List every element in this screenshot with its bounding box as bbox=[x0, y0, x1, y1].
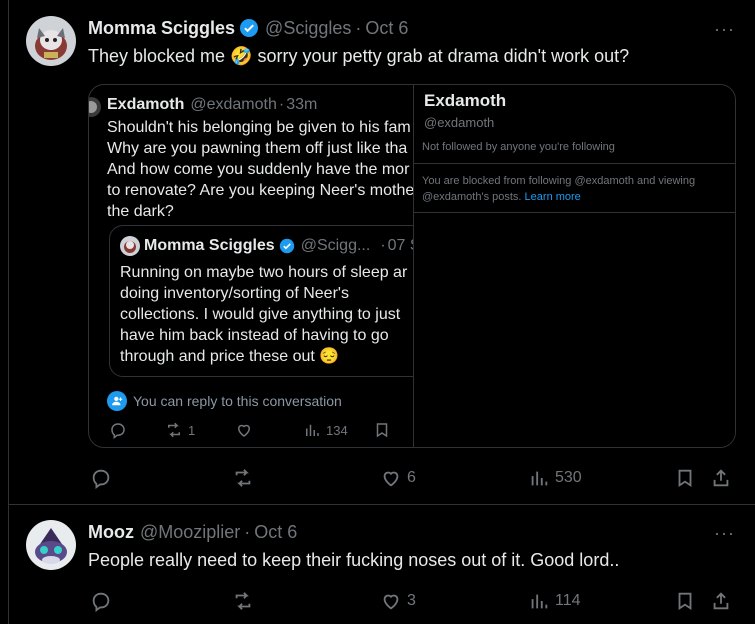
quoted-tweet-line: the dark? bbox=[107, 203, 174, 220]
tweet-header: Mooz @Mooziplier · Oct 6 bbox=[88, 521, 297, 543]
author-name[interactable]: Mooz bbox=[88, 522, 134, 543]
nested-tweet-date: 07 S bbox=[387, 237, 413, 254]
retweet-count: 1 bbox=[188, 422, 196, 438]
quoted-tweet-card[interactable]: Exdamoth @exdamoth · 33m Shouldn't his b… bbox=[88, 84, 736, 448]
hovercard-divider bbox=[414, 163, 735, 164]
separator-dot: · bbox=[380, 237, 386, 254]
nested-tweet-line: have him back instead of having to go bbox=[120, 327, 389, 344]
quoted-tweet-time: 33m bbox=[286, 96, 318, 113]
more-options-icon[interactable]: ··· bbox=[714, 20, 734, 44]
bookmark-button[interactable] bbox=[674, 467, 696, 489]
hovercard-follow-status: Not followed by anyone you're following bbox=[422, 141, 615, 153]
quoted-author-handle[interactable]: @exdamoth bbox=[190, 96, 277, 114]
quoted-tweet-line: Why are you pawning them off just like t… bbox=[107, 140, 408, 157]
tweet-actions: 6 530 bbox=[88, 465, 738, 493]
avatar-mooz[interactable] bbox=[26, 520, 76, 570]
hovercard-divider bbox=[414, 212, 735, 213]
tweet-divider bbox=[8, 504, 755, 505]
tweet-date[interactable]: Oct 6 bbox=[365, 18, 408, 39]
learn-more-link[interactable]: Learn more bbox=[525, 191, 581, 203]
profile-hovercard[interactable]: Exdamoth @exdamoth Not followed by anyon… bbox=[413, 85, 735, 447]
separator-dot: · bbox=[278, 96, 285, 113]
tweet-text: They blocked me 🤣 sorry your petty grab … bbox=[88, 44, 629, 68]
hovercard-name[interactable]: Exdamoth bbox=[424, 91, 506, 111]
bookmark-button[interactable] bbox=[373, 421, 391, 439]
reply-button[interactable] bbox=[109, 421, 127, 439]
quoted-tweet-line: to renovate? Are you keeping Neer's moth… bbox=[107, 182, 413, 199]
tweet-text-part1: They blocked me bbox=[88, 46, 226, 66]
nested-quoted-tweet[interactable]: Momma Sciggles @Scigg... · 07 S Running … bbox=[109, 225, 413, 377]
like-button[interactable]: 3 bbox=[380, 590, 416, 612]
reply-button[interactable] bbox=[90, 467, 112, 489]
hovercard-blocked-notice: You are blocked from following @exdamoth… bbox=[422, 173, 695, 205]
separator-dot: · bbox=[355, 17, 362, 38]
blocked-notice-line1: You are blocked from following @exdamoth… bbox=[422, 175, 696, 187]
separator-dot: · bbox=[244, 521, 251, 542]
share-button[interactable] bbox=[710, 467, 732, 489]
tweet-text: People really need to keep their fucking… bbox=[88, 550, 620, 570]
verified-badge-icon bbox=[279, 238, 295, 254]
tweet-actions: 3 114 bbox=[88, 588, 738, 616]
laughing-emoji: 🤣 bbox=[230, 46, 253, 66]
nested-author-handle[interactable]: @Scigg... bbox=[301, 237, 371, 255]
nested-author-name[interactable]: Momma Sciggles bbox=[144, 237, 275, 255]
blocked-notice-line2: @exdamoth's posts. bbox=[422, 191, 522, 203]
retweet-button[interactable]: 1 bbox=[165, 421, 195, 439]
verified-badge-icon bbox=[239, 18, 259, 38]
reply-permission-text: You can reply to this conversation bbox=[133, 393, 342, 409]
quoted-tweet-line: Shouldn't his belonging be given to his … bbox=[107, 119, 411, 136]
author-name[interactable]: Momma Sciggles bbox=[88, 18, 235, 39]
view-count: 530 bbox=[555, 469, 582, 486]
avatar-exdamoth bbox=[89, 97, 101, 117]
nested-tweet-line: through and price these out 😔 bbox=[120, 348, 340, 365]
views-button[interactable]: 134 bbox=[303, 421, 348, 439]
bookmark-button[interactable] bbox=[674, 590, 696, 612]
author-handle[interactable]: @Mooziplier bbox=[140, 522, 240, 543]
nested-tweet-line: Running on maybe two hours of sleep ar bbox=[120, 264, 408, 281]
nested-tweet-line: doing inventory/sorting of Neer's bbox=[120, 285, 349, 302]
quoted-tweet-actions: 1 134 bbox=[107, 419, 407, 443]
person-mention-icon bbox=[107, 391, 127, 411]
tweet-text-part2: sorry your petty grab at drama didn't wo… bbox=[257, 46, 630, 66]
tweet-header: Momma Sciggles @Sciggles · Oct 6 bbox=[88, 17, 408, 39]
quoted-tweet-header: Exdamoth @exdamoth · 33m bbox=[107, 95, 317, 115]
like-button[interactable] bbox=[235, 421, 253, 439]
retweet-button[interactable] bbox=[232, 467, 254, 489]
avatar-momma-sciggles-small bbox=[120, 236, 140, 256]
quoted-author-name[interactable]: Exdamoth bbox=[107, 96, 184, 114]
tweet-date[interactable]: Oct 6 bbox=[254, 522, 297, 543]
reply-button[interactable] bbox=[90, 590, 112, 612]
reply-permission-note: You can reply to this conversation bbox=[107, 391, 342, 411]
author-handle[interactable]: @Sciggles bbox=[265, 18, 351, 39]
views-button[interactable]: 530 bbox=[528, 467, 582, 489]
share-button[interactable] bbox=[710, 590, 732, 612]
quoted-tweet-body: Exdamoth @exdamoth · 33m Shouldn't his b… bbox=[89, 85, 413, 447]
nested-tweet-line: collections. I would give anything to ju… bbox=[120, 306, 401, 323]
blocked-notice-line2-wrap: @exdamoth's posts. Learn more bbox=[422, 189, 695, 205]
like-count: 6 bbox=[407, 469, 416, 486]
like-count: 3 bbox=[407, 592, 416, 609]
more-options-icon[interactable]: ··· bbox=[714, 524, 734, 548]
like-button[interactable]: 6 bbox=[380, 467, 416, 489]
retweet-button[interactable] bbox=[232, 590, 254, 612]
avatar-momma-sciggles[interactable] bbox=[26, 16, 76, 66]
nested-tweet-header: Momma Sciggles @Scigg... · 07 S bbox=[144, 236, 413, 256]
view-count: 114 bbox=[555, 592, 581, 609]
quoted-tweet-line: And how come you suddenly have the mor bbox=[107, 161, 410, 178]
views-button[interactable]: 114 bbox=[528, 590, 581, 612]
view-count: 134 bbox=[326, 422, 348, 438]
hovercard-handle[interactable]: @exdamoth bbox=[424, 115, 494, 130]
